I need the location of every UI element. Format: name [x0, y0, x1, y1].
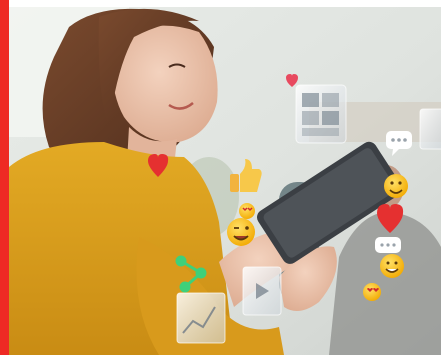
heart-eyes-emoji-icon: [239, 203, 255, 219]
grin-emoji-icon: [380, 254, 404, 278]
speech-bubble-small-icon: [375, 237, 401, 253]
love-emoji-icon: [363, 283, 381, 301]
hero-image-frame: [0, 0, 441, 355]
wink-emoji-icon: [227, 218, 255, 246]
chart-card-icon: [176, 292, 226, 344]
red-accent-bar: [0, 0, 9, 355]
side-card-icon: [419, 108, 441, 150]
smiley-emoji-icon: [384, 174, 408, 198]
photo: [9, 7, 441, 355]
video-card-icon: [242, 266, 282, 316]
photo-gallery-card-icon: [295, 84, 347, 144]
